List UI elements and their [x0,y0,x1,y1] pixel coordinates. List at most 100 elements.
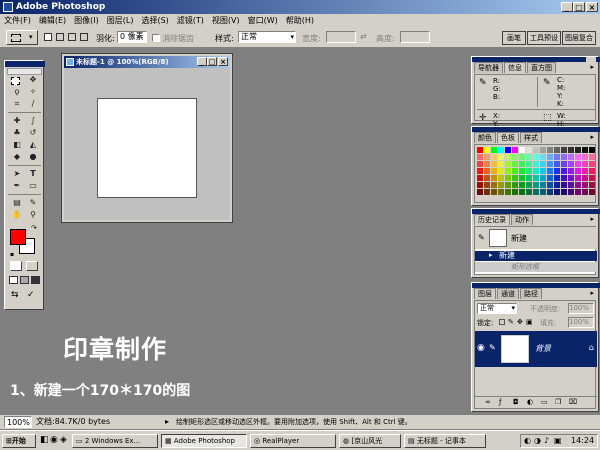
color-swatch[interactable] [519,147,525,153]
opacity-input[interactable]: 100% [568,303,594,314]
zoom-input[interactable]: 100% [4,416,32,428]
adjustment-icon[interactable]: ◐ [527,398,533,406]
color-swatch[interactable] [512,154,518,160]
palette-well-tool-presets-tab[interactable]: 工具预设 [527,31,561,45]
tab-actions[interactable]: 动作 [511,214,533,225]
color-swatch[interactable] [498,182,504,188]
doc-close-button[interactable]: × [218,57,228,66]
color-swatch[interactable] [512,168,518,174]
subtract-selection-icon[interactable] [68,33,76,41]
quick-mask-icon[interactable] [26,261,38,271]
swatch-grid[interactable] [474,144,596,203]
color-swatch[interactable] [575,182,581,188]
task-windows-explorer[interactable]: ▭ 2 Windows Ex... [72,434,158,448]
screen-mode-full-icon[interactable] [31,276,40,284]
path-select-tool-icon[interactable]: ➤ [11,169,23,179]
tab-navigator[interactable]: 导航器 [474,62,503,73]
color-swatch[interactable] [582,161,588,167]
color-swatch[interactable] [491,147,497,153]
lock-position-icon[interactable]: ✥ [517,319,523,326]
layer-row-background[interactable]: ◉ ✎ 背景 ⌂ [475,331,597,367]
color-swatch[interactable] [533,182,539,188]
color-swatch[interactable] [575,161,581,167]
color-swatch[interactable] [505,182,511,188]
width-input[interactable] [326,31,356,43]
color-swatch[interactable] [526,154,532,160]
antialias-checkbox[interactable] [152,34,160,42]
swap-colors-icon[interactable]: ↷ [31,224,37,232]
color-swatch[interactable] [512,182,518,188]
canvas[interactable] [97,98,197,198]
feather-input[interactable]: 0 像素 [117,31,147,43]
tab-histogram[interactable]: 直方图 [527,62,556,73]
clone-stamp-tool-icon[interactable]: ♣ [11,128,23,138]
lock-all-icon[interactable]: ▣ [526,319,533,326]
color-swatch[interactable] [491,189,497,195]
play-icon[interactable]: ▸ [165,416,169,428]
color-swatch[interactable] [484,147,490,153]
color-swatch[interactable] [540,189,546,195]
quick-launch-icon[interactable]: ◈ [60,435,67,445]
color-swatch[interactable] [491,182,497,188]
style-select[interactable]: 正常 ▾ [238,31,296,43]
menu-help[interactable]: 帮助(H) [282,14,318,28]
tab-info[interactable]: 信息 [504,62,526,73]
panel-menu-icon[interactable]: ▸ [590,215,594,223]
color-swatch[interactable] [498,189,504,195]
blend-mode-select[interactable]: 正常 ▾ [477,303,517,314]
pen-tool-icon[interactable]: ✒ [11,181,23,191]
color-swatch[interactable] [554,189,560,195]
panel-menu-icon[interactable]: ▸ [590,133,594,141]
color-swatch[interactable] [582,154,588,160]
color-swatch[interactable] [491,161,497,167]
color-swatch[interactable] [554,154,560,160]
color-swatch[interactable] [589,154,595,160]
zoom-tool-icon[interactable]: ⚲ [27,210,39,220]
color-swatch[interactable] [561,147,567,153]
mask-icon[interactable]: ◘ [513,398,519,406]
color-swatch[interactable] [547,189,553,195]
height-input[interactable] [400,31,430,43]
color-swatch[interactable] [519,168,525,174]
color-swatch[interactable] [526,175,532,181]
close-button[interactable]: × [586,2,598,12]
color-swatch[interactable] [582,189,588,195]
foreground-color-swatch[interactable] [10,229,26,245]
color-swatch[interactable] [505,168,511,174]
color-swatch[interactable] [554,175,560,181]
layer-style-icon[interactable]: ƒ [499,398,501,406]
menu-filter[interactable]: 滤镜(T) [173,14,208,28]
color-swatch[interactable] [561,168,567,174]
lock-image-icon[interactable]: ✎ [508,319,514,326]
task-photoshop[interactable]: ▦ Adobe Photoshop [161,434,247,448]
color-swatch[interactable] [575,154,581,160]
crop-tool-icon[interactable]: ⌗ [11,99,23,109]
lasso-tool-icon[interactable]: ϙ [11,87,23,97]
color-swatch[interactable] [505,147,511,153]
color-swatch[interactable] [547,168,553,174]
color-swatch[interactable] [533,175,539,181]
menu-layer[interactable]: 图层(L) [103,14,138,28]
color-swatch[interactable] [568,175,574,181]
checkmark-icon[interactable]: ✓ [27,290,35,300]
color-swatch[interactable] [540,168,546,174]
new-selection-icon[interactable] [44,33,52,41]
color-swatch[interactable] [519,154,525,160]
color-swatch[interactable] [554,168,560,174]
history-brush-tool-icon[interactable]: ↺ [27,128,39,138]
color-swatch[interactable] [533,154,539,160]
color-swatch[interactable] [526,168,532,174]
color-swatch[interactable] [512,147,518,153]
color-swatch[interactable] [491,175,497,181]
color-swatch[interactable] [519,175,525,181]
color-swatch[interactable] [540,175,546,181]
color-swatch[interactable] [484,154,490,160]
toolbox-header[interactable] [5,61,45,67]
eye-icon[interactable]: ◉ [477,343,485,353]
color-swatch[interactable] [547,154,553,160]
color-swatch[interactable] [561,189,567,195]
color-swatch[interactable] [575,189,581,195]
eraser-tool-icon[interactable]: ◧ [11,140,23,150]
color-swatch[interactable] [561,175,567,181]
default-colors-icon[interactable]: ▪ [10,251,14,258]
